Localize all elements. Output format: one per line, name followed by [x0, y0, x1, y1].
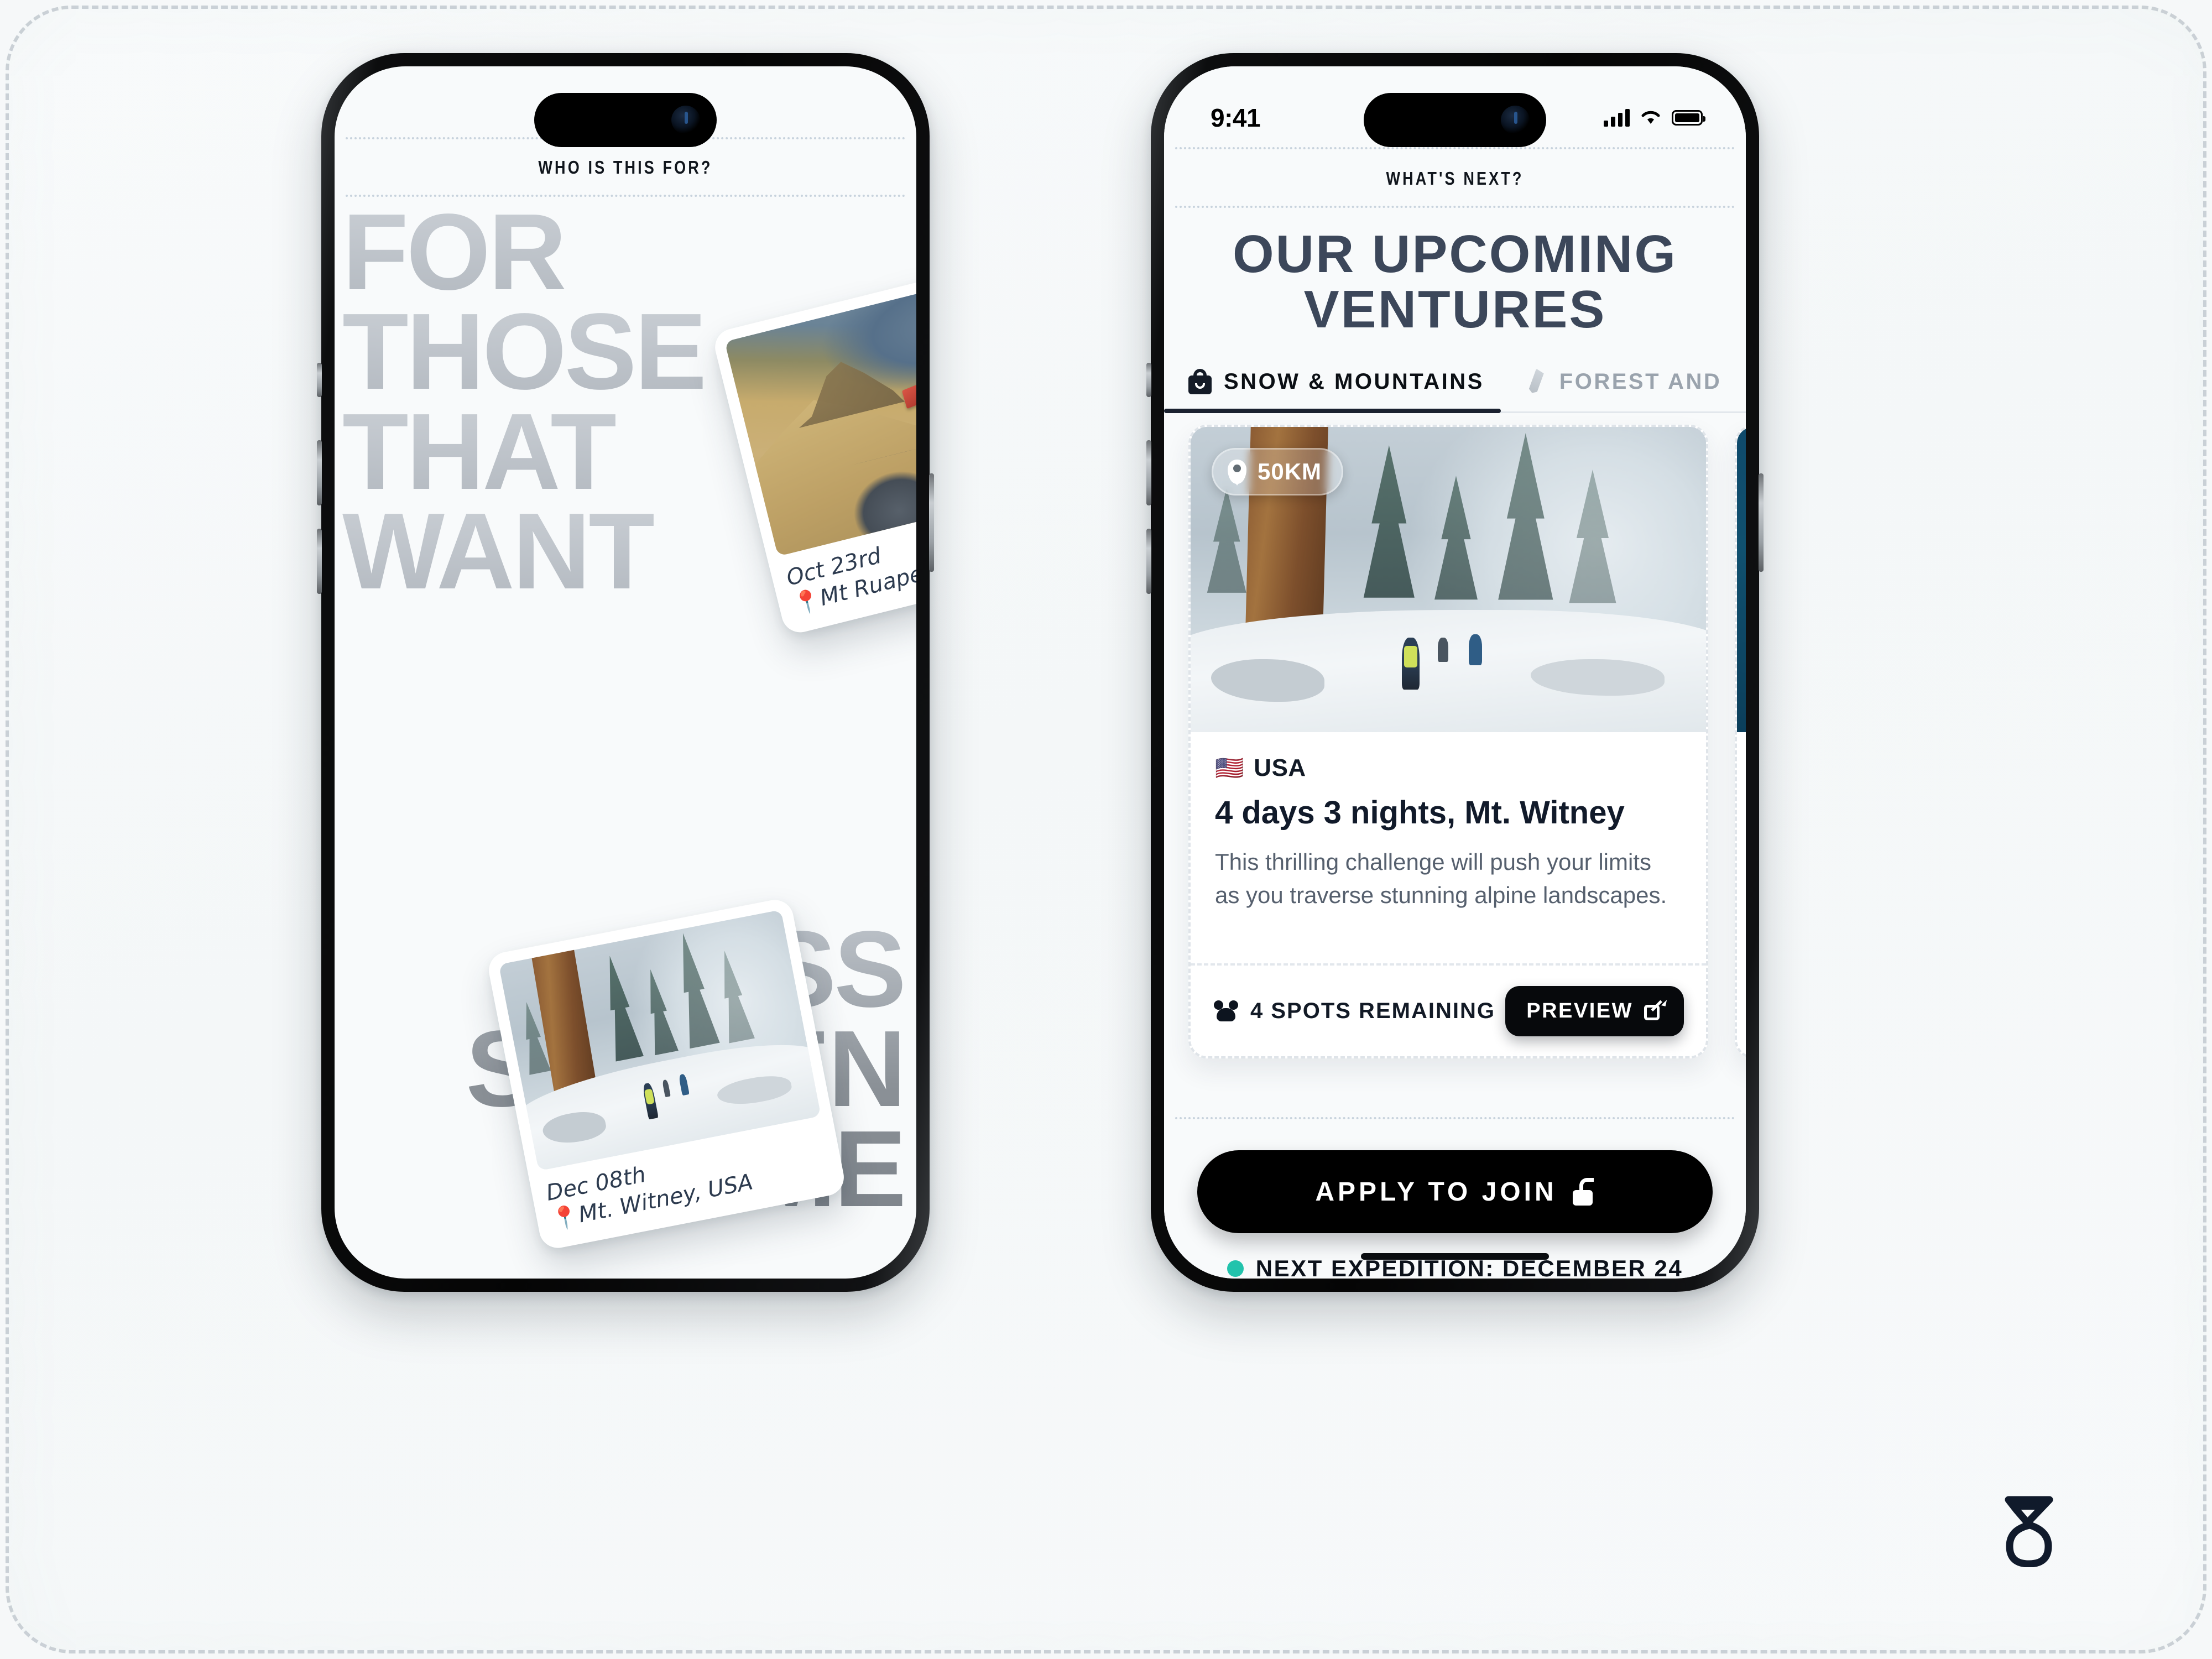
phone-screen-left: WHO IS THIS FOR? FOR THOSE THAT WANT LES…	[335, 66, 916, 1279]
who-is-this-for-screen: WHO IS THIS FOR? FOR THOSE THAT WANT LES…	[335, 66, 916, 1279]
tab-label: SNOW & MOUNTAINS	[1224, 369, 1484, 394]
pen-icon	[1525, 368, 1547, 395]
round-pushpin-icon: 📍	[549, 1203, 582, 1233]
phone-mockup-left: WHO IS THIS FOR? FOR THOSE THAT WANT LES…	[317, 53, 934, 1292]
photo-card-witney[interactable]: Dec 08th 📍Mt. Witney, USA	[486, 896, 847, 1251]
section-eyebrow: WHAT'S NEXT?	[1386, 168, 1524, 189]
tab-forest-and[interactable]: FOREST AND	[1501, 354, 1739, 411]
expedition-title: 4 days 3 nights, Mt. Witney	[1215, 795, 1625, 831]
home-indicator[interactable]	[1361, 1253, 1549, 1260]
front-camera-icon	[671, 106, 700, 134]
unlock-icon	[1572, 1178, 1595, 1206]
dashed-divider-bottom	[1175, 206, 1735, 208]
design-canvas: WHO IS THIS FOR? FOR THOSE THAT WANT LES…	[6, 6, 2206, 1653]
expedition-card-body: 🇺🇸 USA 4 days 3 nights, Mt. Witney This …	[1191, 732, 1706, 911]
flag-icon: 🇺🇸	[1215, 755, 1244, 781]
country-row: 🇺🇸 USA	[1215, 754, 1682, 782]
tab-label: FOREST AND	[1559, 369, 1722, 394]
shopping-bag-icon	[1188, 369, 1212, 394]
cta-label: APPLY TO JOIN	[1315, 1177, 1557, 1207]
night-ocean-photo	[1737, 427, 1746, 732]
cta-dashed-divider	[1175, 1117, 1735, 1119]
phone-mute-switch[interactable]	[317, 363, 322, 397]
phone-volume-down-button[interactable]	[317, 529, 322, 594]
preview-label: PREVIEW	[1526, 999, 1633, 1022]
people-icon	[1213, 1000, 1239, 1021]
status-dot	[1227, 1260, 1244, 1277]
section-eyebrow: WHO IS THIS FOR?	[538, 157, 713, 178]
expedition-card-footer: 4 SPOTS REMAINING PREVIEW	[1191, 963, 1706, 1056]
expedition-card-next[interactable]	[1735, 425, 1746, 1058]
category-tabs: SNOW & MOUNTAINS FOREST AND	[1164, 354, 1746, 413]
dashed-divider-bottom	[346, 195, 905, 197]
map-pin-icon	[1228, 460, 1246, 484]
status-icon-group	[1604, 109, 1705, 127]
eyebrow-block: WHAT'S NEXT?	[1175, 147, 1735, 208]
expedition-description: This thrilling challenge will push your …	[1215, 849, 1667, 908]
country-label: USA	[1254, 754, 1306, 781]
logo-glyph	[2005, 1496, 2053, 1567]
phone-mockup-right: 9:41 WHAT'S NEXT? OUR UPCOMING VENTURES …	[1146, 53, 1764, 1292]
phone-power-button[interactable]	[1759, 473, 1764, 572]
phone-volume-up-button[interactable]	[1146, 440, 1151, 505]
spots-remaining: 4 SPOTS REMAINING	[1213, 999, 1495, 1024]
photo-card-ruapehu[interactable]: Oct 23rd 📍Mt Ruapehu, NZ	[711, 251, 916, 637]
phone-volume-down-button[interactable]	[1146, 529, 1151, 594]
status-clock: 9:41	[1211, 103, 1261, 132]
distance-value: 50KM	[1258, 458, 1322, 484]
tab-snow-and-mountains[interactable]: SNOW & MOUNTAINS	[1164, 354, 1501, 413]
page-title: OUR UPCOMING VENTURES	[1233, 225, 1677, 339]
external-link-icon	[1644, 1001, 1663, 1020]
distance-badge: 50KM	[1212, 448, 1344, 495]
preview-button[interactable]: PREVIEW	[1505, 985, 1684, 1036]
phone-screen-right: 9:41 WHAT'S NEXT? OUR UPCOMING VENTURES …	[1164, 66, 1746, 1279]
mt-ruapehu-ridge-photo	[724, 264, 916, 557]
expedition-card-rail[interactable]: 50KM 🇺🇸 USA 4 days 3 nights, Mt. Witney …	[1164, 420, 1746, 1067]
apply-to-join-button[interactable]: APPLY TO JOIN	[1197, 1150, 1713, 1233]
phone-volume-up-button[interactable]	[317, 440, 322, 505]
snowy-forest-trail-photo: 50KM	[1191, 427, 1706, 732]
red-hut	[901, 380, 916, 409]
phone-mute-switch[interactable]	[1146, 363, 1151, 397]
dynamic-island	[534, 93, 717, 147]
upcoming-ventures-screen: WHAT'S NEXT? OUR UPCOMING VENTURES SNOW …	[1164, 66, 1746, 1279]
spots-label: 4 SPOTS REMAINING	[1250, 998, 1495, 1023]
phone-power-button[interactable]	[929, 473, 934, 572]
delta-loop-logo	[2004, 1495, 2054, 1567]
dynamic-island	[1364, 93, 1546, 147]
battery-icon	[1672, 110, 1705, 126]
signal-bars-icon	[1604, 109, 1630, 127]
wifi-icon	[1641, 111, 1660, 124]
expedition-card[interactable]: 50KM 🇺🇸 USA 4 days 3 nights, Mt. Witney …	[1188, 425, 1708, 1058]
front-camera-icon	[1501, 106, 1530, 134]
headline-line: FOR	[342, 197, 909, 306]
